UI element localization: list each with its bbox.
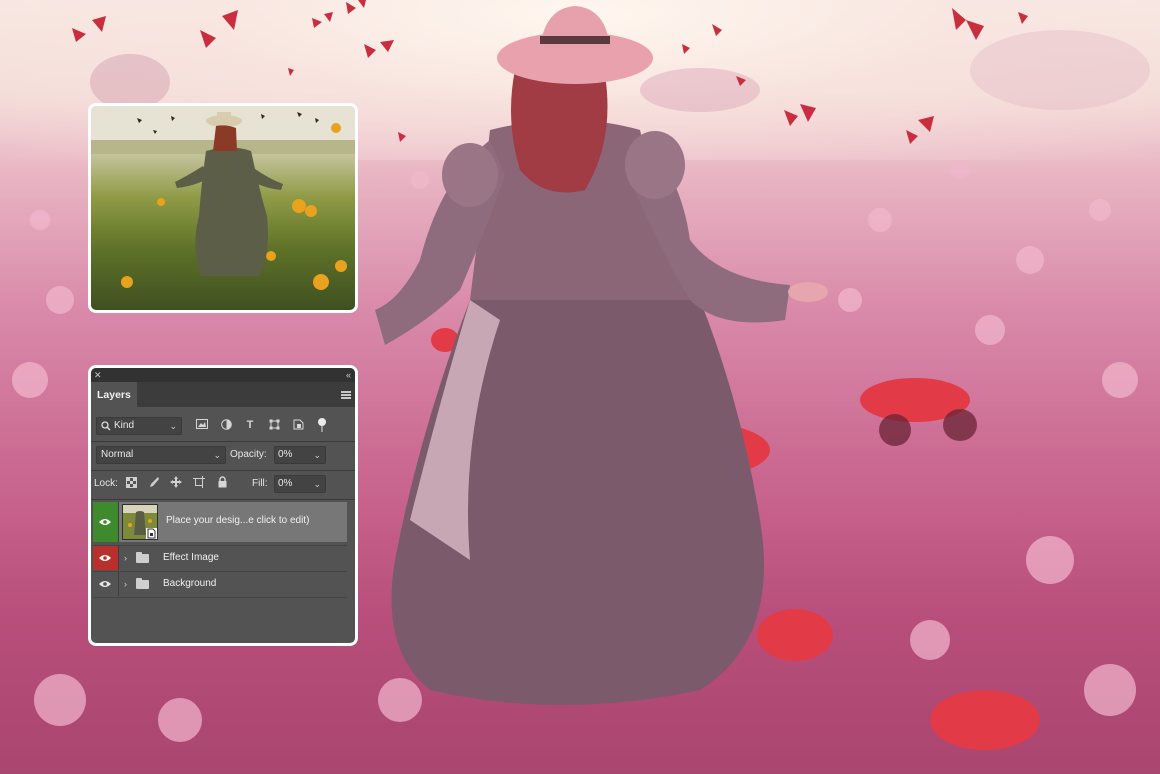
chevron-right-icon[interactable]: ›	[124, 553, 127, 563]
blend-mode-value: Normal	[101, 449, 134, 460]
folder-icon	[136, 578, 149, 589]
layer-name: Place your desig...e click to edit)	[166, 515, 310, 526]
lock-artboard-icon[interactable]	[192, 476, 206, 490]
toggle-filter-icon[interactable]	[315, 417, 329, 432]
type-filter-icon[interactable]: T	[243, 418, 257, 432]
fill-value: 0%	[278, 478, 293, 489]
lock-image-icon[interactable]	[147, 476, 161, 490]
panel-tab-row: Layers	[91, 382, 355, 407]
image-filter-icon[interactable]	[195, 419, 209, 433]
filter-kind-select[interactable]: Kind ⌄	[96, 417, 182, 435]
blend-row: Normal ⌄ Opacity: 0% ⌄	[91, 446, 355, 468]
lock-transparent-icon[interactable]	[124, 477, 138, 491]
visibility-toggle[interactable]	[93, 502, 118, 542]
filter-kind-label: Kind	[114, 420, 135, 431]
layer-row-background[interactable]: › Background	[93, 571, 347, 596]
eye-icon	[99, 555, 111, 561]
layer-row-effect-image[interactable]: › Effect Image	[93, 545, 347, 570]
tab-layers[interactable]: Layers	[91, 382, 137, 407]
opacity-label: Opacity:	[230, 449, 267, 460]
panel-title-bar: ✕ «	[91, 368, 355, 382]
fill-label: Fill:	[252, 478, 268, 489]
opacity-field[interactable]: 0% ⌄	[274, 446, 326, 464]
folder-icon	[136, 552, 149, 563]
fill-field[interactable]: 0% ⌄	[274, 475, 326, 493]
smart-object-badge-icon	[146, 528, 157, 539]
layer-row-smart-object[interactable]: Place your desig...e click to edit)	[93, 502, 347, 542]
collapse-panel-icon[interactable]: «	[346, 368, 351, 382]
chevron-down-icon: ⌄	[313, 479, 321, 489]
chevron-down-icon: ⌄	[313, 450, 321, 460]
layers-panel: ✕ « Layers Kind ⌄ T Normal ⌄ Opacity: 0%…	[88, 365, 358, 646]
original-field-scene	[91, 106, 355, 290]
eye-icon	[99, 519, 111, 525]
visibility-toggle[interactable]	[93, 546, 118, 570]
eye-icon	[99, 581, 111, 587]
chevron-down-icon: ⌄	[213, 450, 221, 460]
lock-row: Lock: Fill: 0% ⌄	[91, 475, 355, 497]
visibility-toggle[interactable]	[93, 572, 118, 596]
lock-label: Lock:	[94, 478, 118, 489]
layer-filter-row: Kind ⌄ T	[91, 417, 355, 439]
panel-menu-icon[interactable]	[341, 391, 351, 399]
lock-all-icon[interactable]	[215, 476, 229, 490]
layer-name: Background	[163, 578, 217, 589]
lock-position-icon[interactable]	[169, 476, 183, 490]
shape-filter-icon[interactable]	[267, 419, 281, 433]
chevron-down-icon: ⌄	[169, 421, 177, 431]
smart-object-filter-icon[interactable]	[291, 419, 305, 433]
search-icon	[101, 421, 111, 431]
layer-thumbnail	[122, 504, 158, 540]
adjustment-filter-icon[interactable]	[219, 419, 233, 433]
layer-name: Effect Image	[163, 552, 219, 563]
close-icon[interactable]: ✕	[94, 368, 102, 382]
blend-mode-select[interactable]: Normal ⌄	[96, 446, 226, 464]
opacity-value: 0%	[278, 449, 293, 460]
chevron-right-icon[interactable]: ›	[124, 579, 127, 589]
original-photo-thumbnail	[88, 103, 358, 313]
